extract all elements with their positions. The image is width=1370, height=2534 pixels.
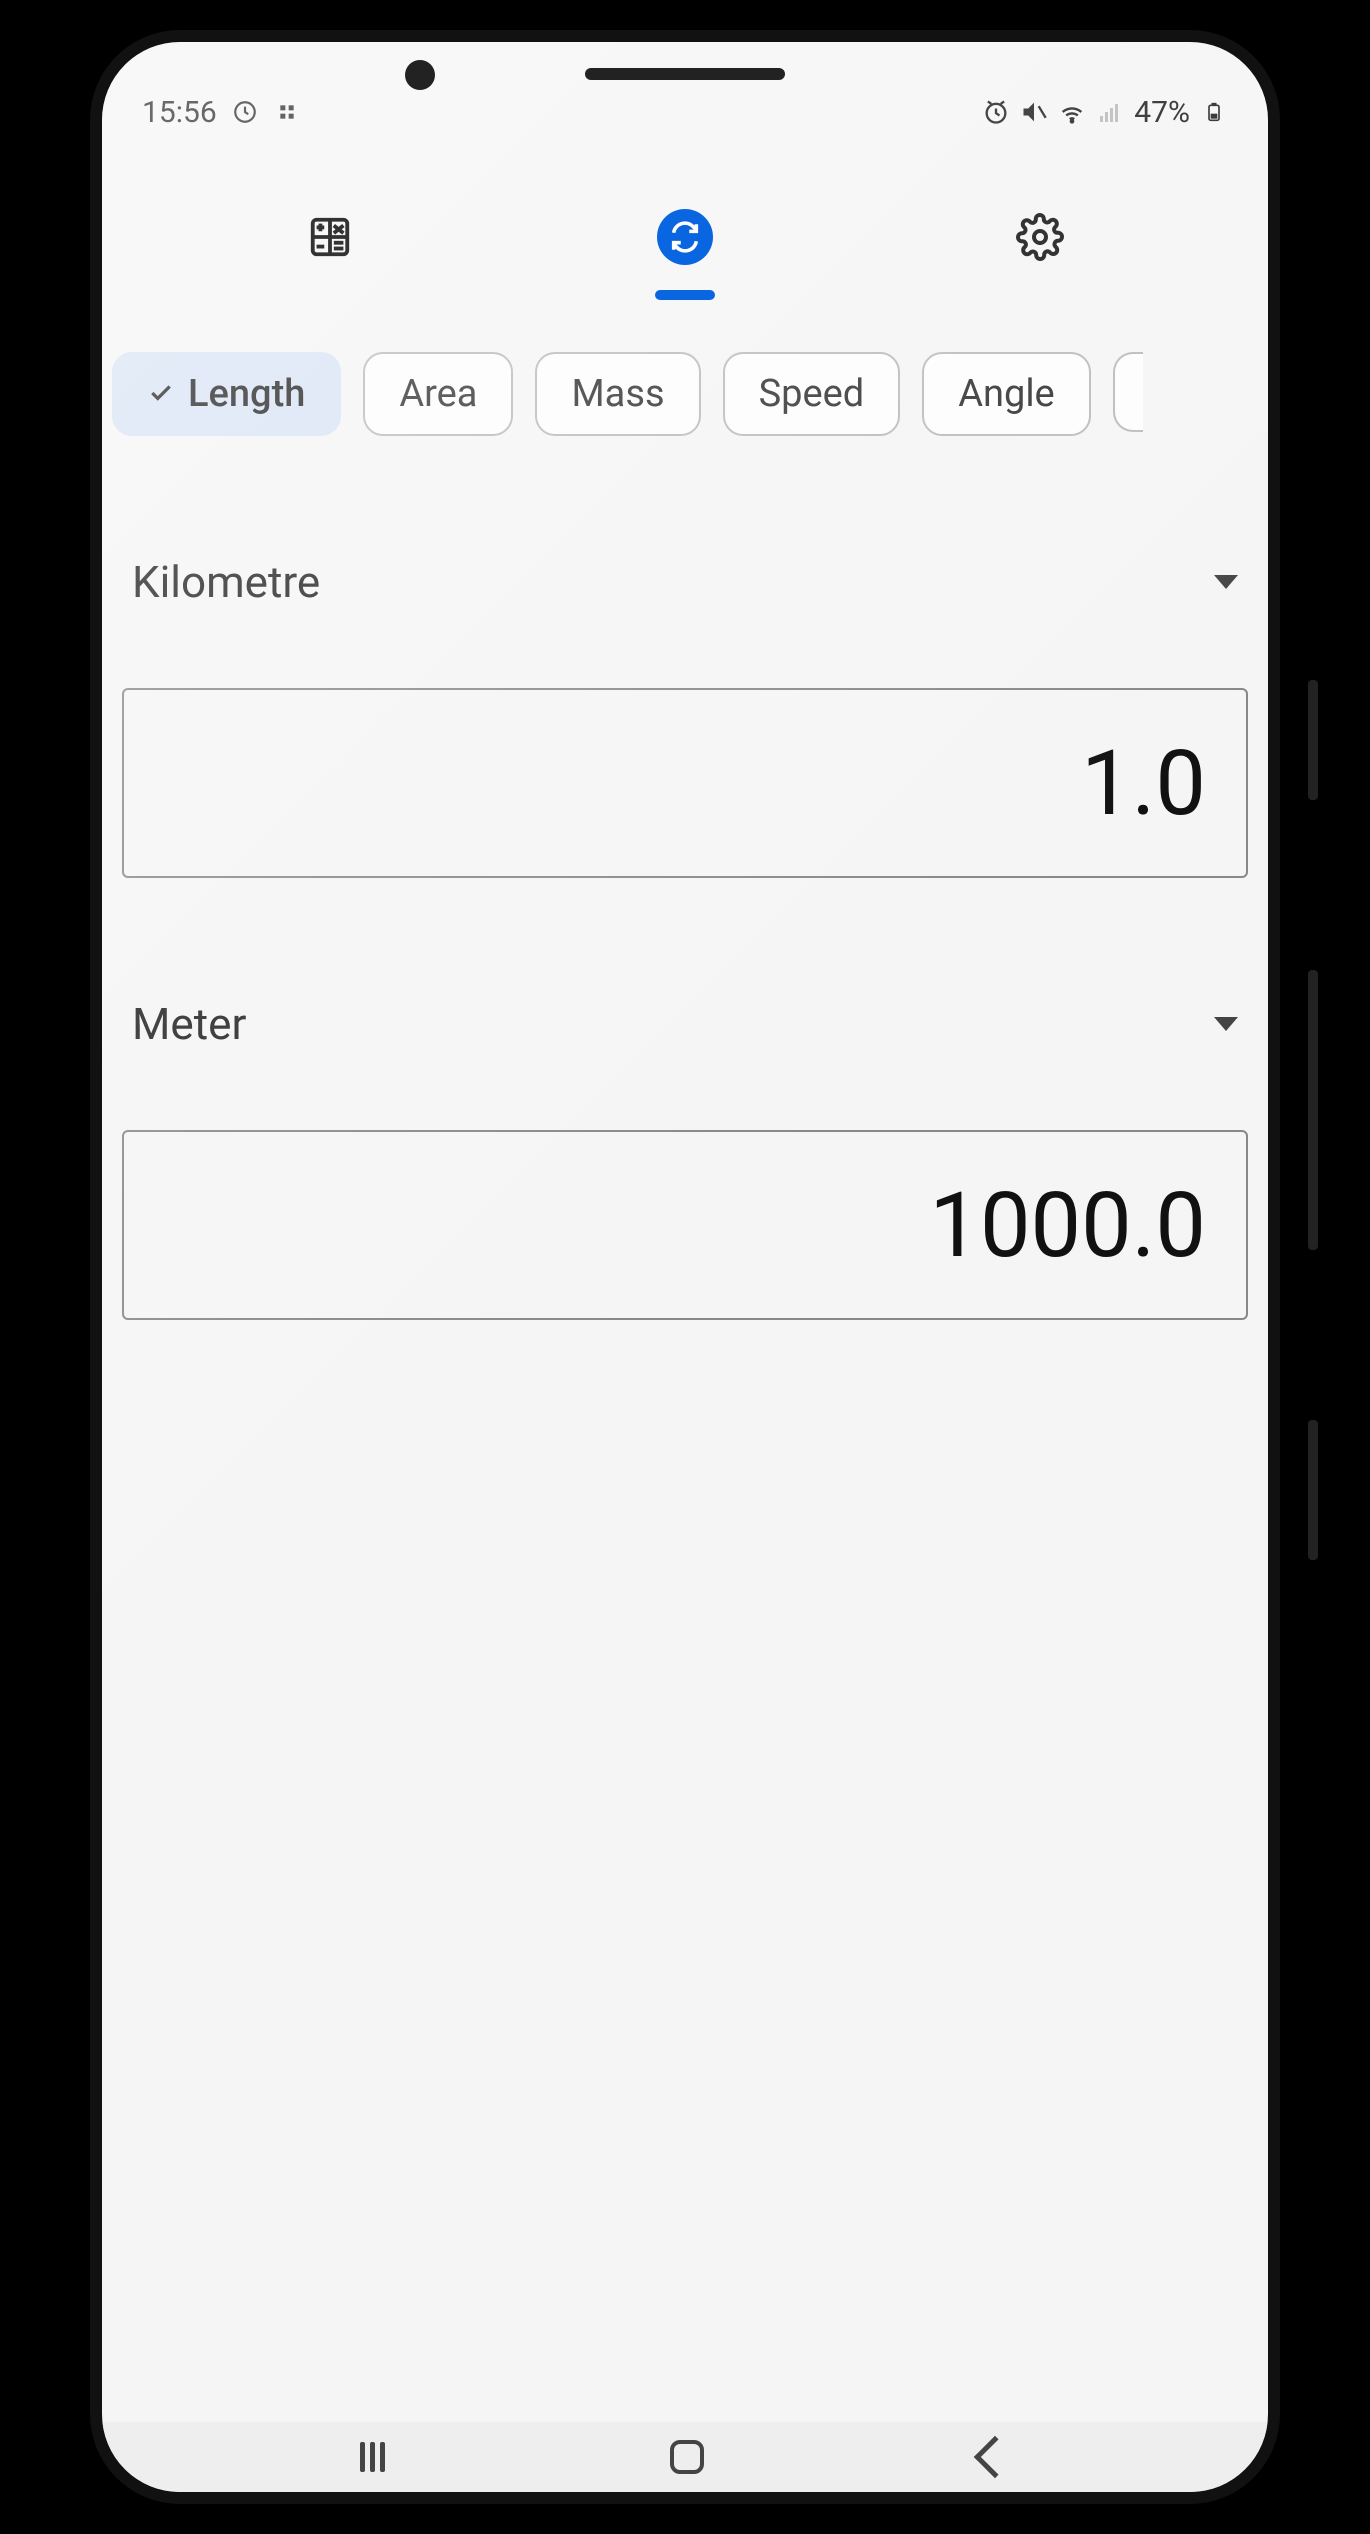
to-value: 1000.0 bbox=[929, 1173, 1206, 1278]
earpiece-speaker bbox=[585, 68, 785, 80]
tab-calculator[interactable] bbox=[152, 182, 507, 292]
chip-angle[interactable]: Angle bbox=[922, 352, 1091, 436]
screen: 15:56 bbox=[102, 42, 1268, 2492]
battery-percent: 47% bbox=[1134, 95, 1190, 130]
from-unit-select[interactable]: Kilometre bbox=[122, 556, 1248, 628]
nav-recent-button[interactable] bbox=[360, 2442, 394, 2472]
side-button bbox=[1308, 1420, 1318, 1560]
chevron-down-icon bbox=[1214, 575, 1238, 589]
calculator-icon bbox=[305, 212, 355, 262]
category-chips: Length Area Mass Speed Angle bbox=[102, 292, 1268, 456]
tab-converter[interactable] bbox=[507, 182, 862, 292]
chip-area[interactable]: Area bbox=[363, 352, 513, 436]
chip-speed[interactable]: Speed bbox=[723, 352, 901, 436]
signal-icon bbox=[1096, 98, 1124, 126]
chip-length[interactable]: Length bbox=[112, 352, 341, 436]
alarm-icon bbox=[982, 98, 1010, 126]
side-button bbox=[1308, 970, 1318, 1250]
status-bar: 15:56 bbox=[102, 72, 1268, 152]
chip-label: Speed bbox=[759, 372, 865, 416]
from-value-input[interactable]: 1.0 bbox=[122, 688, 1248, 878]
status-time: 15:56 bbox=[142, 95, 217, 130]
chip-overflow[interactable] bbox=[1113, 352, 1143, 432]
to-unit-select[interactable]: Meter bbox=[122, 998, 1248, 1070]
chip-mass[interactable]: Mass bbox=[535, 352, 700, 436]
chip-label: Length bbox=[188, 372, 305, 416]
side-button bbox=[1308, 680, 1318, 800]
active-tab-underline bbox=[655, 290, 715, 300]
timer-icon bbox=[231, 98, 259, 126]
check-icon bbox=[148, 372, 174, 416]
notification-icon bbox=[273, 98, 301, 126]
to-value-input[interactable]: 1000.0 bbox=[122, 1130, 1248, 1320]
chip-label: Angle bbox=[958, 372, 1055, 416]
android-nav-bar bbox=[102, 2422, 1268, 2492]
phone-frame: 15:56 bbox=[60, 0, 1310, 2534]
wifi-icon bbox=[1058, 98, 1086, 126]
from-unit-label: Kilometre bbox=[132, 556, 320, 608]
to-unit-label: Meter bbox=[132, 998, 246, 1050]
settings-button[interactable] bbox=[863, 182, 1218, 292]
convert-icon bbox=[660, 212, 710, 262]
mute-icon bbox=[1020, 98, 1048, 126]
nav-back-button[interactable] bbox=[974, 2436, 1016, 2478]
top-tabs bbox=[102, 152, 1268, 292]
chip-label: Area bbox=[399, 372, 477, 416]
nav-home-button[interactable] bbox=[670, 2440, 704, 2474]
gear-icon bbox=[1015, 212, 1065, 262]
chevron-down-icon bbox=[1214, 1017, 1238, 1031]
battery-icon bbox=[1200, 98, 1228, 126]
chip-label: Mass bbox=[571, 372, 664, 416]
front-camera bbox=[405, 60, 435, 90]
from-value: 1.0 bbox=[1081, 731, 1206, 836]
